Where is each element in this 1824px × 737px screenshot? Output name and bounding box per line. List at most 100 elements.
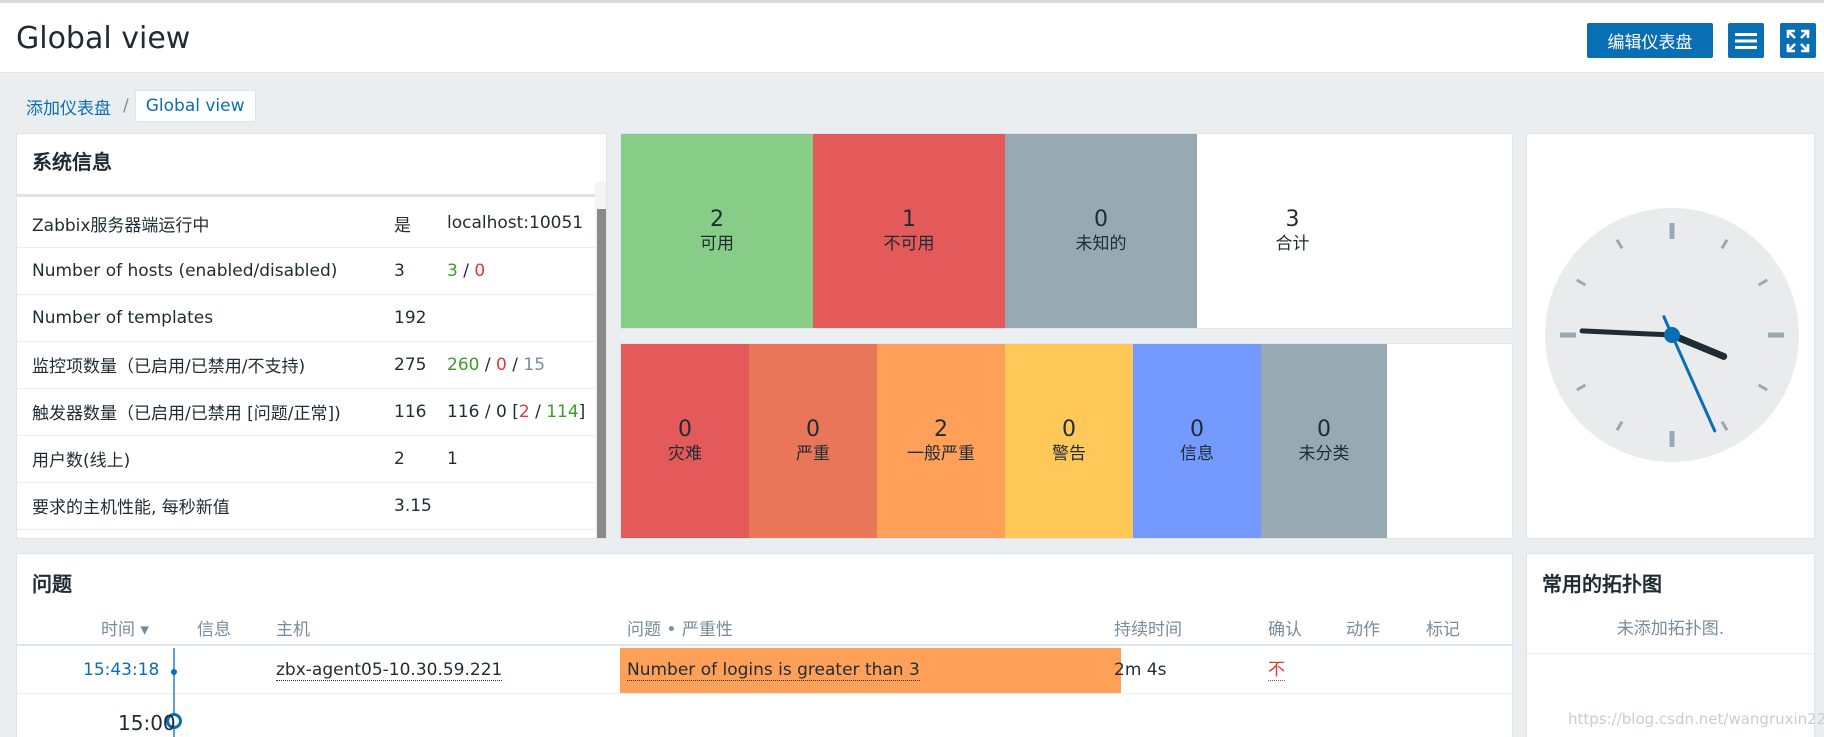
problem-time-link[interactable]: 15:43:18 (83, 660, 159, 680)
param-cell: 监控项数量（已启用/已禁用/不支持) (17, 341, 394, 389)
separator: / (457, 260, 475, 281)
problem-severity-cell: Number of logins is greater than 3 (620, 648, 1121, 693)
clock-icon (1545, 208, 1799, 462)
problem-count: 2 (518, 401, 530, 422)
breadcrumb-current[interactable]: Global view (134, 90, 256, 122)
tile-information[interactable]: 0 信息 (1133, 344, 1261, 538)
value-cell: 是 (394, 200, 447, 248)
prefix: 116 / 0 [ (447, 401, 519, 422)
tile-unavailable[interactable]: 1 不可用 (813, 134, 1005, 328)
param-cell: Number of templates (17, 294, 394, 342)
tile-label: 不可用 (883, 234, 935, 254)
details-cell: localhost:10051 (447, 200, 595, 248)
param-cell: 触发器数量（已启用/已禁用 [问题/正常]) (17, 388, 394, 436)
param-cell: 用户数(线上) (17, 435, 394, 483)
separator: / (479, 354, 496, 375)
breadcrumb-parent-link[interactable]: 添加仪表盘 (16, 94, 121, 119)
column-actions: 动作 (1346, 620, 1380, 640)
details-cell (447, 294, 595, 342)
tile-count: 1 (902, 207, 916, 232)
problems-widget: 问题 时间 ▾ 信息 主机 问题 • 严重性 持续时间 确认 动作 标记 15:… (16, 553, 1513, 737)
fullscreen-button[interactable] (1780, 23, 1816, 58)
value-cell: 3.15 (394, 482, 447, 530)
problem-ack-link[interactable]: 不 (1268, 660, 1285, 681)
timeline-label: 15:00 (118, 711, 176, 735)
system-info-table: Zabbix服务器端运行中 是 localhost:10051 Number o… (17, 200, 595, 530)
column-ack: 确认 (1268, 620, 1302, 640)
tile-unknown[interactable]: 0 未知的 (1005, 134, 1197, 328)
scrollbar-thumb[interactable] (597, 209, 606, 538)
problem-name-link[interactable]: Number of logins is greater than 3 (627, 660, 920, 681)
problem-host-link[interactable]: zbx-agent05-10.30.59.221 (276, 660, 503, 681)
table-row: Number of hosts (enabled/disabled) 3 3 /… (17, 247, 595, 295)
watermark: https://blog.csdn.net/wangruxin222 (1568, 710, 1824, 728)
enabled-count: 3 (447, 260, 458, 281)
divider (17, 194, 595, 197)
tile-label: 可用 (700, 234, 734, 254)
problems-by-severity-widget: 0 灾难 0 严重 2 一般严重 0 警告 0 信息 0 未分类 (620, 343, 1513, 539)
tile-label: 合计 (1275, 234, 1310, 254)
table-row: Zabbix服务器端运行中 是 localhost:10051 (17, 200, 595, 248)
param-cell: Zabbix服务器端运行中 (17, 200, 394, 248)
tile-count: 0 (1190, 417, 1204, 442)
param-cell: 要求的主机性能, 每秒新值 (17, 482, 394, 530)
separator: / (529, 401, 547, 422)
problems-title: 问题 (32, 572, 72, 596)
details-cell: 260 / 0 / 15 (447, 341, 595, 389)
edit-dashboard-button[interactable]: 编辑仪表盘 (1587, 23, 1713, 58)
tile-disaster[interactable]: 0 灾难 (621, 344, 749, 538)
table-row: 用户数(线上) 2 1 (17, 435, 595, 483)
tile-label: 未知的 (1075, 234, 1127, 254)
table-row: Number of templates 192 (17, 294, 595, 342)
tile-high[interactable]: 0 严重 (749, 344, 877, 538)
tile-count: 2 (710, 207, 724, 232)
details-cell (447, 482, 595, 530)
column-time[interactable]: 时间 ▾ (101, 615, 149, 640)
tile-count: 3 (1285, 207, 1300, 232)
enabled-count: 260 (447, 354, 480, 375)
details-cell: 3 / 0 (447, 247, 595, 295)
tile-warning[interactable]: 0 警告 (1005, 344, 1133, 538)
no-maps-message: 未添加拓扑图. (1527, 606, 1814, 654)
table-row: 监控项数量（已启用/已禁用/不支持) 275 260 / 0 / 15 (17, 341, 595, 389)
table-row: 触发器数量（已启用/已禁用 [问题/正常]) 116 116 / 0 [2 / … (17, 388, 595, 436)
tile-available[interactable]: 2 可用 (621, 134, 813, 328)
page-title: Global view (16, 21, 191, 56)
tile-average[interactable]: 2 一般严重 (877, 344, 1005, 538)
fullscreen-icon (1786, 29, 1810, 52)
tile-count: 0 (1062, 417, 1076, 442)
disabled-count: 0 (474, 260, 486, 281)
tile-label: 一般严重 (907, 444, 975, 464)
value-cell: 2 (394, 435, 447, 483)
tile-count: 2 (934, 417, 948, 442)
tile-label: 信息 (1180, 444, 1214, 464)
column-duration: 持续时间 (1114, 620, 1182, 640)
system-info-widget: 系统信息 Zabbix服务器端运行中 是 localhost:10051 Num… (16, 133, 607, 539)
dashboard-menu-button[interactable] (1728, 23, 1764, 58)
column-host[interactable]: 主机 (276, 615, 310, 640)
tile-label: 灾难 (668, 444, 702, 464)
online-count: 1 (447, 435, 595, 483)
tile-not-classified[interactable]: 0 未分类 (1261, 344, 1387, 538)
problem-duration: 2m 4s (1114, 660, 1167, 680)
menu-icon (1735, 32, 1757, 49)
clock-widget (1526, 133, 1815, 539)
page-header: Global view 编辑仪表盘 (0, 0, 1824, 73)
favorite-maps-title: 常用的拓扑图 (1542, 572, 1662, 596)
tile-label: 未分类 (1298, 444, 1350, 464)
table-row: 要求的主机性能, 每秒新值 3.15 (17, 482, 595, 530)
clock-center (1664, 327, 1680, 343)
details-cell: 116 / 0 [2 / 114] (447, 388, 595, 436)
tile-count: 0 (806, 417, 820, 442)
tile-total[interactable]: 3 合计 (1197, 134, 1388, 328)
host-availability-widget: 2 可用 1 不可用 0 未知的 3 合计 (620, 133, 1513, 329)
suffix: ] (578, 401, 586, 422)
tile-count: 0 (1317, 417, 1331, 442)
disabled-count: 0 (496, 354, 507, 375)
tile-label: 严重 (796, 444, 830, 464)
value-cell: 192 (394, 294, 447, 342)
unsupported-count: 15 (523, 354, 546, 375)
column-tags: 标记 (1426, 620, 1460, 640)
param-cell: Number of hosts (enabled/disabled) (17, 247, 394, 295)
column-problem-severity[interactable]: 问题 • 严重性 (627, 615, 733, 640)
